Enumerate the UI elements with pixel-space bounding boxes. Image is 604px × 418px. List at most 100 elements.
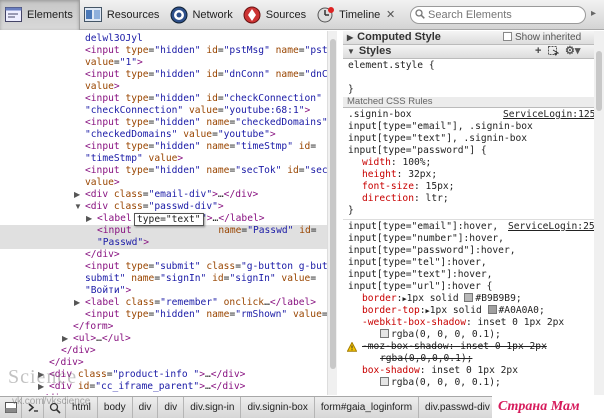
tab-sources-label: Sources [265, 8, 307, 21]
dom-tree-line[interactable]: <input type="hidden" id="checkConnection… [85, 93, 336, 105]
rule2-selector-3[interactable]: input[type="tel"]:hover, [348, 257, 487, 269]
dom-tree-line[interactable]: "Войти"> [85, 285, 131, 297]
dom-tree-line[interactable]: <input type="hidden" id="pstMsg" name="p… [85, 45, 336, 57]
rule2-source-link[interactable]: ServiceLogin:252 [508, 221, 600, 232]
dom-tree-line[interactable]: </form> [73, 321, 113, 333]
add-rule-icon[interactable]: + [535, 45, 541, 58]
styles-scrollbar[interactable] [594, 31, 604, 395]
dom-tree-line[interactable]: </div> [85, 249, 120, 261]
expand-arrow-icon[interactable]: ▶ [62, 334, 70, 343]
rule2-prop-border[interactable]: border:▶1px solid #B9B9B9; [362, 293, 522, 305]
tab-network[interactable]: Network [165, 0, 238, 30]
rule1-source-link[interactable]: ServiceLogin:1256 [503, 109, 601, 120]
rule2-selector-2[interactable]: input[type="password"]:hover, [348, 245, 516, 257]
dom-token: "signIn" [229, 273, 276, 284]
tab-elements[interactable]: Elements [0, 0, 80, 30]
toolbar-overflow-icon[interactable]: ▸ [591, 8, 596, 19]
rule1-prop-width[interactable]: width: 100%; [362, 157, 431, 169]
breadcrumb-form[interactable]: form#gaia_loginform [315, 396, 420, 418]
tab-timeline[interactable]: Timeline [312, 0, 386, 30]
color-swatch[interactable] [487, 305, 497, 314]
rule2-moz-shadow-rgba[interactable]: rgba(0,0,0,0.1); [380, 353, 472, 365]
breadcrumb-div-signin-box[interactable]: div.signin-box [241, 396, 315, 418]
rule2-prop-webkit-box-shadow[interactable]: -webkit-box-shadow: inset 0 1px 2px [362, 317, 564, 329]
dom-tree-line[interactable]: </div> [37, 393, 72, 395]
breadcrumb-div-passwd[interactable]: div.passwd-div [419, 396, 497, 418]
dom-tree-line[interactable]: <input type="hidden" name="rmShown" valu… [85, 309, 336, 321]
dom-tree-line[interactable]: <div class="passwd-div"> [85, 201, 224, 213]
dom-tree-line[interactable]: <div class="email-div">…</div> [85, 189, 258, 201]
expand-arrow-icon[interactable]: ▶ [74, 298, 82, 307]
rule2-box-shadow-rgba[interactable]: rgba(0, 0, 0, 0.1); [380, 377, 501, 389]
computed-style-header[interactable]: ▶ Computed Style Show inherited [343, 31, 604, 45]
rule2-selector-4[interactable]: input[type="text"]:hover, [348, 269, 492, 281]
dom-tree-line[interactable]: submit" name="signIn" id="signIn" value= [85, 273, 316, 285]
breadcrumb-div-sign-in[interactable]: div.sign-in [184, 396, 242, 418]
rule2-webkit-shadow-rgba[interactable]: rgba(0, 0, 0, 0.1); [380, 329, 501, 341]
dom-tree-line[interactable]: delwl3OJyl [85, 33, 143, 45]
rule2-selector-0[interactable]: input[type="email"]:hover, [348, 221, 498, 233]
rule2-selector-1[interactable]: input[type="number"]:hover, [348, 233, 504, 245]
color-swatch[interactable] [380, 377, 389, 386]
expand-arrow-icon[interactable]: ▶ [74, 190, 82, 199]
search-input[interactable] [428, 9, 578, 21]
dom-token: type [125, 45, 149, 56]
dom-tree-line[interactable]: <input type="hidden" name="timeStmp" id= [85, 141, 316, 153]
rule1-selector-3[interactable]: input[type="password"] { [348, 145, 487, 157]
element-state-icon[interactable] [548, 46, 560, 60]
dom-tree-line[interactable]: "checkedDomains" value="youtube"> [85, 129, 276, 141]
dom-tree-line[interactable]: "Passwd"> [97, 237, 149, 249]
dom-tree-line[interactable]: value="1"> [85, 57, 143, 69]
dom-tree-line[interactable]: <ul>…</ul> [73, 333, 131, 345]
rule2-selector-5[interactable]: input[type="url"]:hover { [348, 281, 492, 293]
styles-scrollbar-thumb[interactable] [596, 51, 602, 111]
rule1-prop-height[interactable]: height: 32px; [362, 169, 437, 181]
dom-tree-line[interactable]: <input type="hidden" name="secTok" id="s… [85, 165, 336, 177]
styles-header[interactable]: ▼ Styles + ⚙▾ [343, 45, 604, 59]
dom-tree-line[interactable]: value> [85, 177, 120, 189]
dom-token: id [281, 165, 299, 176]
attribute-edit-field[interactable]: type="text" [134, 213, 204, 226]
tree-scrollbar-thumb[interactable] [330, 39, 336, 369]
dom-token: class [125, 297, 155, 308]
dom-tree-line[interactable]: "checkConnection" value="youtube:68:1"> [85, 105, 310, 117]
color-swatch[interactable] [464, 293, 474, 302]
dom-tree-line[interactable]: value> [85, 81, 120, 93]
breadcrumb-div-2[interactable]: div [158, 396, 185, 418]
dom-token: name [200, 309, 230, 320]
dom-token: value [275, 273, 311, 284]
breadcrumb-body[interactable]: body [98, 396, 133, 418]
show-inherited-toggle[interactable]: Show inherited [503, 31, 581, 44]
expand-arrow-icon[interactable]: ▶ [86, 214, 94, 223]
dom-tree-line[interactable]: <input name="Passwd" id= [97, 225, 317, 237]
dom-tree-line[interactable]: <input type="hidden" name="checkedDomain… [85, 117, 336, 129]
collapse-arrow-icon[interactable]: ▼ [74, 202, 82, 211]
tab-resources[interactable]: Resources [80, 0, 166, 30]
dom-tree-line[interactable]: <input type="submit" class="g-button g-b… [85, 261, 336, 273]
tab-resources-label: Resources [106, 8, 160, 21]
dom-tree-line[interactable]: <label class="remember" onclick…</label> [85, 297, 316, 309]
close-icon[interactable]: ✕ [386, 8, 395, 21]
rule2-prop-moz-box-shadow[interactable]: -moz-box-shadow: inset 0 1px 2px [362, 341, 547, 353]
color-swatch[interactable] [380, 329, 389, 338]
rule2-prop-box-shadow[interactable]: box-shadow: inset 0 1px 2px [362, 365, 518, 377]
tab-sources[interactable]: Sources [239, 0, 312, 30]
rule1-selector-0[interactable]: .signin-box [348, 109, 412, 121]
dom-token: "passwd-div" [148, 201, 218, 212]
gear-icon[interactable]: ⚙▾ [565, 45, 580, 58]
tree-scrollbar[interactable] [327, 31, 337, 395]
dom-token: type [125, 69, 149, 80]
watermark-title: Science [8, 366, 78, 388]
dom-tree-line[interactable]: "timeStmp" value> [85, 153, 183, 165]
rule1-prop-font-size[interactable]: font-size: 15px; [362, 181, 454, 193]
search-box[interactable] [410, 6, 586, 24]
rule1-selector-1[interactable]: input[type="email"], .signin-box [348, 121, 533, 133]
breadcrumb-div-1[interactable]: div [133, 396, 159, 418]
rule2-prop-border-top[interactable]: border-top:▶1px solid #A0A0A0; [362, 305, 545, 317]
checkbox-icon[interactable] [503, 32, 512, 41]
dom-tree-line[interactable]: </div> [61, 345, 96, 357]
rule1-selector-2[interactable]: input[type="text"], .signin-box [348, 133, 527, 145]
rule1-prop-direction[interactable]: direction: ltr; [362, 193, 449, 205]
element-style-selector[interactable]: element.style { [348, 60, 435, 72]
dom-tree-line[interactable]: <input type="hidden" id="dnConn" name="d… [85, 69, 336, 81]
